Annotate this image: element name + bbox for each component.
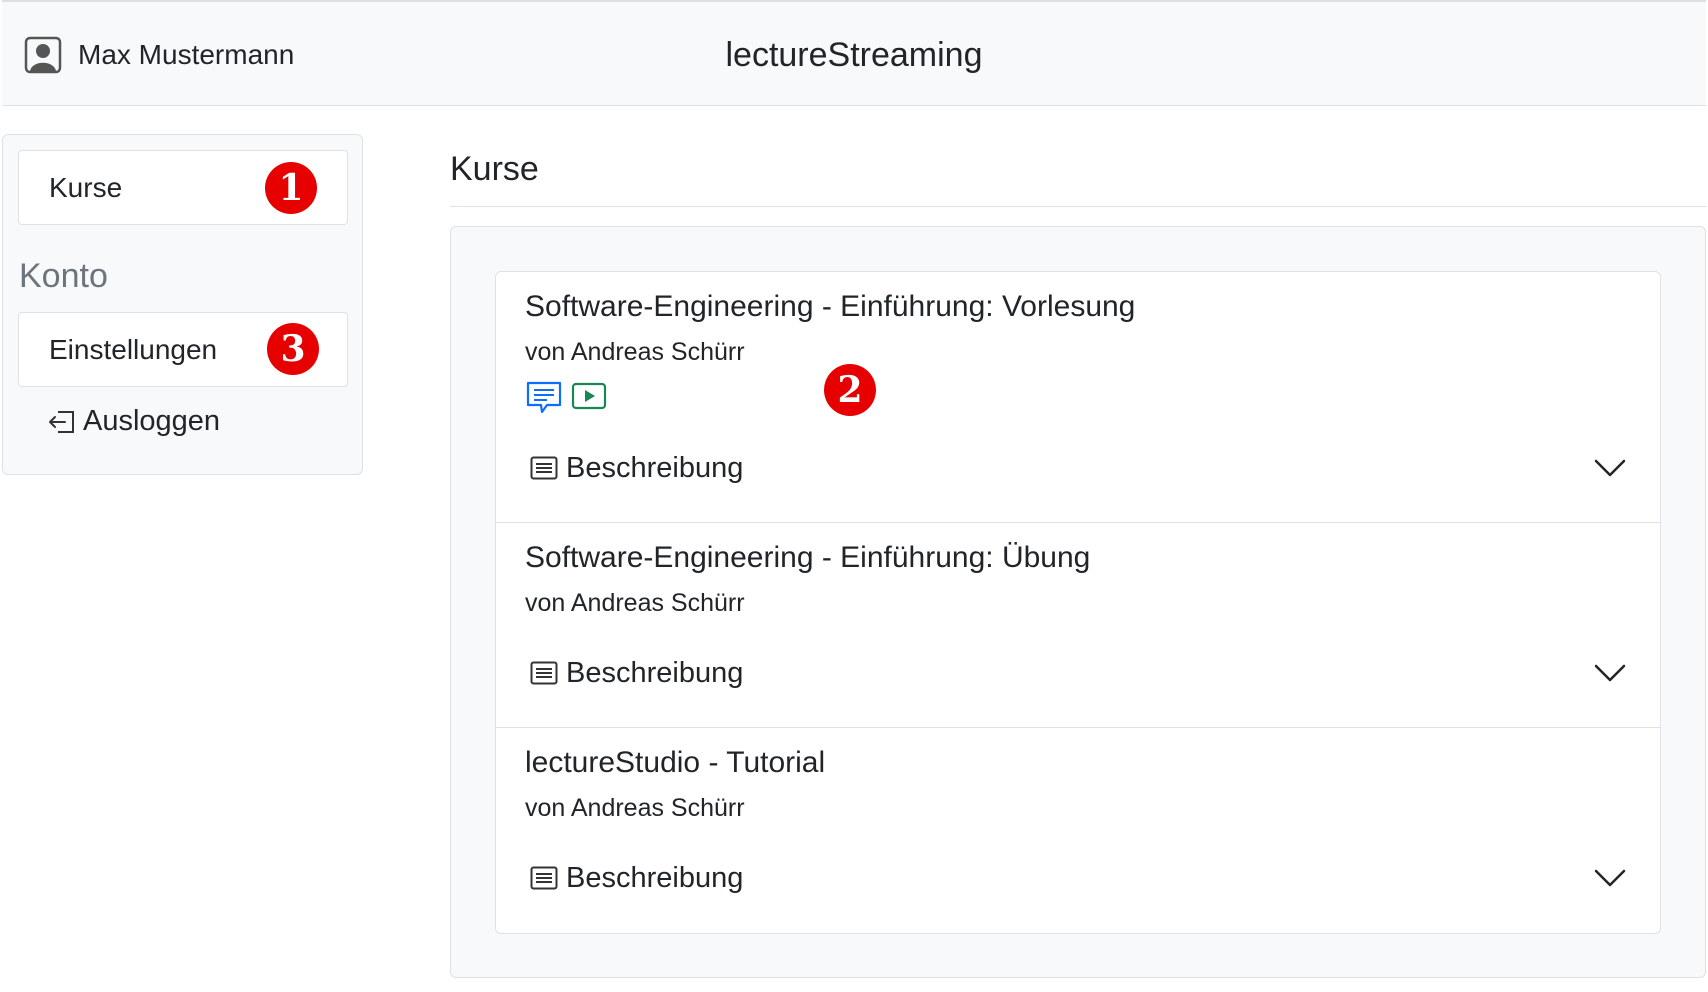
course-item: Software-Engineering - Einführung: Übung… [496, 523, 1660, 728]
course-item: Software-Engineering - Einführung: Vorle… [496, 272, 1660, 523]
annotation-marker-2: 2 [824, 364, 876, 416]
annotation-marker-3: 3 [267, 323, 319, 375]
description-label: Beschreibung [566, 656, 744, 689]
course-feature-icons [525, 380, 607, 416]
sidebar-item-label: Kurse [49, 171, 123, 203]
sidebar-item-label: Einstellungen [49, 333, 218, 365]
document-text-icon [530, 661, 558, 685]
top-navbar: Max Mustermann lectureStreaming [2, 0, 1706, 106]
sidebar: Kurse 1 Konto Einstellungen 3 Ausloggen [2, 134, 363, 475]
course-author: von Andreas Schürr [525, 589, 745, 617]
course-title[interactable]: Software-Engineering - Einführung: Übung [525, 541, 1090, 575]
chevron-down-icon[interactable] [1594, 868, 1626, 888]
description-toggle[interactable]: Beschreibung [530, 651, 1626, 695]
chevron-down-icon[interactable] [1594, 663, 1626, 683]
sidebar-item-kurse[interactable]: Kurse 1 [18, 150, 348, 225]
document-text-icon [530, 456, 558, 480]
document-text-icon [530, 866, 558, 890]
page-title: Kurse [450, 150, 539, 188]
description-label: Beschreibung [566, 861, 744, 894]
account-section-heading: Konto [19, 257, 108, 295]
logout-link[interactable]: Ausloggen [47, 405, 220, 438]
sidebar-item-einstellungen[interactable]: Einstellungen 3 [18, 312, 348, 387]
course-title[interactable]: Software-Engineering - Einführung: Vorle… [525, 290, 1135, 324]
chat-icon[interactable] [525, 380, 563, 416]
course-item: lectureStudio - Tutorial von Andreas Sch… [496, 728, 1660, 933]
course-list: Software-Engineering - Einführung: Vorle… [495, 271, 1661, 934]
courses-panel: Software-Engineering - Einführung: Vorle… [450, 226, 1706, 978]
annotation-marker-1: 1 [265, 162, 317, 214]
play-icon[interactable] [571, 380, 607, 410]
description-label: Beschreibung [566, 451, 744, 484]
app-title: lectureStreaming [725, 36, 983, 74]
description-toggle[interactable]: Beschreibung [530, 856, 1626, 900]
course-title[interactable]: lectureStudio - Tutorial [525, 746, 825, 780]
course-author: von Andreas Schürr [525, 338, 745, 366]
course-author: von Andreas Schürr [525, 794, 745, 822]
chevron-down-icon[interactable] [1594, 458, 1626, 478]
logout-icon [49, 410, 74, 433]
heading-divider [450, 206, 1706, 207]
logout-label: Ausloggen [83, 405, 221, 437]
description-toggle[interactable]: Beschreibung [530, 446, 1626, 490]
